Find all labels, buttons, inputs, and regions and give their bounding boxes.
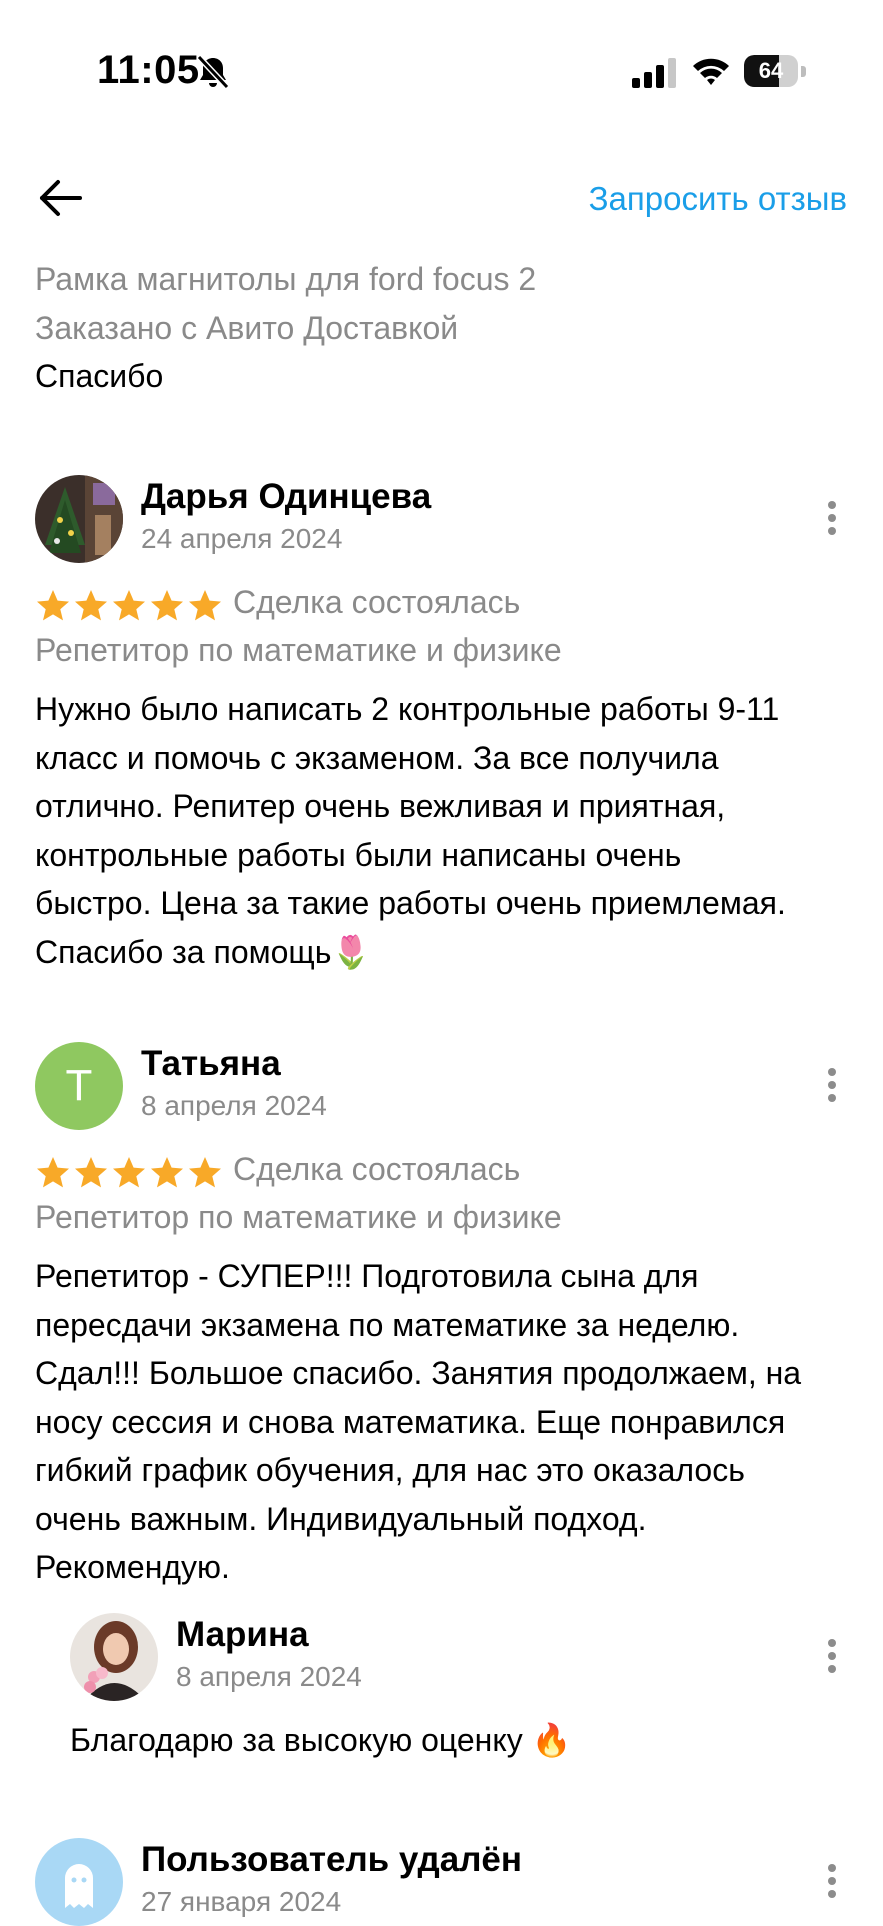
review-text-line: пересдачи экзамена по математике за неде… [35, 1306, 740, 1343]
avatar-photo [70, 1613, 158, 1701]
wifi-icon [693, 58, 729, 85]
item-comment: Спасибо [35, 358, 164, 394]
avatar[interactable]: T [35, 1042, 123, 1130]
avatar[interactable] [35, 1838, 123, 1926]
status-time: 11:05 [97, 48, 200, 92]
tulip-emoji: 🌷 [331, 933, 372, 970]
star-icon [37, 1157, 69, 1188]
review-text-line: Сдал!!! Большое спасибо. Занятия продолж… [35, 1355, 802, 1391]
rating-stars [35, 1155, 223, 1191]
ghost-icon [65, 1864, 93, 1908]
item-info: Рамка магнитолы для ford focus 2 Заказан… [35, 255, 536, 353]
star-icon [151, 590, 183, 621]
more-options-icon[interactable] [825, 501, 839, 541]
item-delivery: Заказано с Авито Доставкой [35, 310, 459, 346]
status-bar: 11:05 64 [0, 0, 883, 140]
review-text-line: гибкий график обучения, для нас это оказ… [35, 1452, 745, 1488]
avatar[interactable] [70, 1613, 158, 1701]
bell-off-icon [196, 54, 230, 90]
more-options-icon[interactable] [825, 1864, 839, 1904]
battery-percent: 64 [758, 58, 784, 83]
fire-emoji: 🔥 [531, 1722, 572, 1758]
reviewer-name: Татьяна [141, 1044, 281, 1083]
back-arrow-icon[interactable] [36, 178, 86, 218]
reply-text: Благодарю за высокую оценку 🔥 [70, 1722, 572, 1758]
reviewer-name: Дарья Одинцева [141, 477, 432, 516]
review-date: 24 апреля 2024 [141, 523, 343, 554]
review-category: Репетитор по математике и физике [35, 1199, 562, 1235]
star-icon [75, 1157, 107, 1188]
more-options-icon[interactable] [825, 1639, 839, 1679]
deal-status: Сделка состоялась [233, 1151, 521, 1187]
star-icon [151, 1157, 183, 1188]
star-icon [113, 1157, 145, 1188]
star-icon [75, 590, 107, 621]
top-nav: Запросить отзыв [0, 160, 883, 230]
cellular-signal-icon [632, 58, 676, 88]
star-icon [189, 1157, 221, 1188]
review-text-line: Спасибо за помощь🌷 [35, 933, 372, 970]
review-category: Репетитор по математике и физике [35, 632, 562, 668]
request-review-link[interactable]: Запросить отзыв [589, 180, 847, 218]
review-text-line: носу сессия и снова математика. Еще понр… [35, 1403, 786, 1440]
rating-stars [35, 588, 223, 624]
item-title: Рамка магнитолы для ford focus 2 [35, 261, 537, 297]
avatar-letter: T [65, 1061, 93, 1110]
review-text-line: очень важным. Индивидуальный подход. [35, 1500, 647, 1537]
more-options-icon[interactable] [825, 1068, 839, 1108]
review-text-line: класс и помочь с экзаменом. За все получ… [35, 739, 719, 776]
review-text: Нужно было написать 2 контрольные работы… [35, 685, 850, 976]
battery-indicator: 64 [744, 55, 806, 89]
review-text: Репетитор - СУПЕР!!! Подготовила сына дл… [35, 1252, 850, 1592]
star-icon [189, 590, 221, 621]
avatar[interactable] [35, 475, 123, 563]
review-text-line: Репетитор - СУПЕР!!! Подготовила сына дл… [35, 1258, 699, 1294]
review-text-line: отлично. Репитер очень вежливая и приятн… [35, 788, 726, 824]
star-icon [37, 590, 69, 621]
avatar-photo [35, 475, 123, 563]
review-text-line: Рекомендую. [35, 1549, 230, 1585]
reviewer-name: Пользователь удалён [141, 1840, 523, 1879]
star-icon [113, 590, 145, 621]
review-text-line: Нужно было написать 2 контрольные работы… [35, 691, 780, 727]
review-text-line: быстро. Цена за такие работы очень прием… [35, 885, 786, 921]
review-text-line: контрольные работы были написаны очень [35, 836, 682, 873]
reply-author-name: Марина [176, 1615, 309, 1654]
deal-status: Сделка состоялась [233, 584, 521, 620]
review-date: 8 апреля 2024 [141, 1090, 327, 1121]
review-date: 27 января 2024 [141, 1886, 342, 1917]
reply-date: 8 апреля 2024 [176, 1661, 362, 1692]
